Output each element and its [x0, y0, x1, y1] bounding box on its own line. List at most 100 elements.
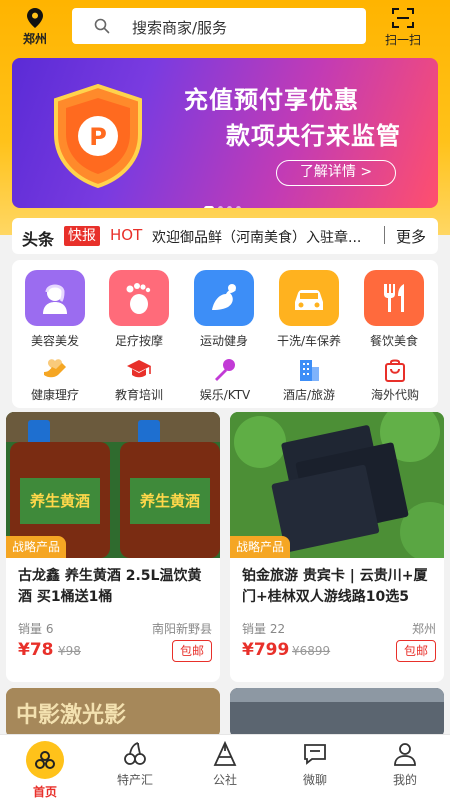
product-price: ¥799: [242, 640, 290, 660]
tab-label: 特产汇: [116, 773, 153, 787]
category-panel: 美容美发 足疗按摩 运动健身 干洗/车保养 餐饮美食 健康理疗 教育培训 娱乐/…: [12, 260, 438, 408]
category-label: 酒店/旅游: [282, 388, 336, 402]
location-selector[interactable]: 郑州: [18, 8, 52, 47]
product-image-label: 养生黄酒: [29, 492, 90, 510]
community-icon: [213, 741, 237, 766]
product-location: 郑州: [411, 622, 436, 636]
banner-details-button[interactable]: 了解详情 >: [276, 160, 396, 186]
divider: [384, 226, 385, 244]
top-header: 郑州 搜索商家/服务 扫一扫: [0, 0, 450, 52]
tab-specialty[interactable]: 特产汇: [100, 741, 170, 788]
product-title: 古龙鑫 养生黄酒 2.5L温饮黄酒 买1桶送1桶: [18, 568, 202, 605]
category-health[interactable]: 健康理疗: [12, 358, 98, 403]
home-icon: [26, 741, 64, 779]
news-head: 头条: [22, 230, 55, 249]
category-label: 娱乐/KTV: [199, 388, 251, 402]
category-beauty[interactable]: 美容美发: [15, 270, 95, 349]
foot-icon: [109, 270, 169, 326]
product-old-price: ¥6899: [292, 644, 331, 658]
category-overseas[interactable]: 海外代购: [352, 358, 438, 403]
tab-label: 公社: [212, 773, 237, 787]
product-sales: 销量 22: [242, 622, 286, 636]
tab-chat[interactable]: 微聊: [280, 741, 350, 788]
shopping-bag-icon: [385, 359, 405, 382]
category-ktv[interactable]: 娱乐/KTV: [182, 358, 268, 403]
promo-banner[interactable]: P 充值预付享优惠 款项央行来监管 了解详情 >: [12, 58, 438, 208]
category-label: 海外代购: [370, 388, 419, 402]
product-card[interactable]: 养生黄酒 养生黄酒 战略产品 古龙鑫 养生黄酒 2.5L温饮黄酒 买1桶送1桶 …: [6, 412, 220, 682]
search-icon: [94, 18, 110, 34]
free-shipping-button[interactable]: 包邮: [396, 640, 436, 662]
tab-community[interactable]: 公社: [190, 741, 260, 788]
car-icon: [279, 270, 339, 326]
carousel-dot[interactable]: [218, 206, 223, 208]
search-placeholder: 搜索商家/服务: [132, 19, 228, 37]
microphone-icon: [215, 359, 235, 381]
product-sales: 销量 6: [18, 622, 54, 636]
product-card[interactable]: 中影激光影: [6, 688, 220, 738]
scan-label: 扫一扫: [384, 33, 421, 47]
carousel-dot[interactable]: [227, 206, 232, 208]
category-label: 教育培训: [114, 388, 163, 402]
tab-home[interactable]: 首页: [10, 741, 80, 800]
shield-icon: P: [54, 84, 142, 188]
flash-badge: 快报: [64, 226, 100, 246]
dining-icon: [364, 270, 424, 326]
bottom-tab-bar: 首页 特产汇 公社 微聊 我的: [0, 734, 450, 800]
news-text[interactable]: 欢迎御品鲜（河南美食）入驻章...: [152, 227, 380, 247]
product-location: 南阳新野县: [151, 622, 212, 636]
banner-line-1: 充值预付享优惠: [184, 86, 359, 114]
cherry-icon: [124, 742, 146, 765]
category-hotel[interactable]: 酒店/旅游: [266, 358, 352, 403]
category-foot[interactable]: 足疗按摩: [99, 270, 179, 349]
category-label: 餐饮美食: [369, 334, 418, 348]
city-label: 郑州: [22, 32, 47, 46]
beauty-icon: [25, 270, 85, 326]
tab-label: 微聊: [302, 773, 327, 787]
banner-line-2: 款项央行来监管: [226, 122, 401, 150]
product-image-label: 养生黄酒: [139, 492, 200, 510]
news-ticker[interactable]: 头条 快报 HOT 欢迎御品鲜（河南美食）入驻章... 更多: [12, 218, 438, 254]
product-card[interactable]: [230, 688, 444, 738]
product-title: 铂金旅游 贵宾卡 | 云贵川+厦门+桂林双人游线路10选5: [242, 568, 428, 605]
cinema-sign-text: 中影激光影: [16, 702, 126, 728]
scan-icon: [392, 8, 414, 28]
product-image: 战略产品: [230, 412, 444, 558]
category-label: 美容美发: [30, 334, 79, 348]
category-label: 足疗按摩: [114, 334, 163, 348]
category-label: 干洗/车保养: [276, 334, 342, 348]
tab-profile[interactable]: 我的: [370, 741, 440, 788]
category-education[interactable]: 教育培训: [96, 358, 182, 403]
carousel-dots: [204, 196, 245, 208]
product-tag: 战略产品: [230, 536, 291, 558]
product-card[interactable]: 战略产品 铂金旅游 贵宾卡 | 云贵川+厦门+桂林双人游线路10选5 销量 22…: [230, 412, 444, 682]
education-icon: [127, 360, 151, 378]
tab-label: 首页: [32, 785, 57, 799]
carousel-dot[interactable]: [204, 206, 214, 208]
category-dining[interactable]: 餐饮美食: [354, 270, 434, 349]
category-car[interactable]: 干洗/车保养: [269, 270, 349, 349]
product-image: 养生黄酒 养生黄酒 战略产品: [6, 412, 220, 558]
news-more-link[interactable]: 更多: [396, 226, 426, 247]
category-label: 运动健身: [199, 334, 248, 348]
health-icon: [44, 359, 66, 378]
location-pin-icon: [27, 8, 43, 28]
svg-text:P: P: [89, 123, 107, 151]
product-price: ¥78: [18, 640, 54, 660]
carousel-dot[interactable]: [236, 206, 241, 208]
chat-icon: [304, 744, 326, 765]
product-tag: 战略产品: [6, 536, 67, 558]
free-shipping-button[interactable]: 包邮: [172, 640, 212, 662]
tab-label: 我的: [392, 773, 417, 787]
category-label: 健康理疗: [30, 388, 79, 402]
product-old-price: ¥98: [58, 644, 81, 658]
fitness-icon: [194, 270, 254, 326]
hot-badge: HOT: [110, 226, 143, 244]
category-fitness[interactable]: 运动健身: [184, 270, 264, 349]
hotel-icon: [300, 360, 319, 381]
room-image: [230, 688, 444, 738]
user-icon: [394, 743, 416, 766]
cinema-sign-image: 中影激光影: [6, 688, 220, 738]
scan-button[interactable]: 扫一扫: [382, 8, 424, 48]
search-input[interactable]: 搜索商家/服务: [72, 8, 366, 44]
